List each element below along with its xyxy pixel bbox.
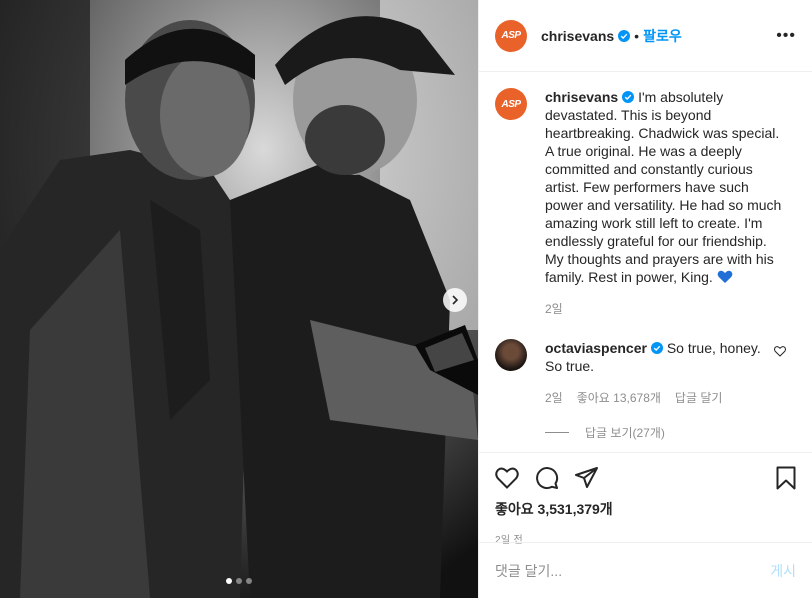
heart-icon [495,467,519,489]
verified-badge-icon [618,29,631,42]
post-actions: 좋아요 3,531,379개 2일 전 [479,452,812,546]
carousel-dot [236,578,242,584]
blue-heart-emoji-icon [717,270,733,283]
carousel-dot [246,578,252,584]
like-button[interactable] [495,467,519,489]
verified-badge-icon [650,342,663,354]
caption-time: 2일 [545,302,563,316]
instagram-post: ASP chrisevans • 팔로우 ••• ASP chrisevans … [0,0,812,598]
post-photo [0,0,478,598]
caption: ASP chrisevans I'm absolutely devastated… [495,88,796,286]
avatar[interactable] [495,339,527,371]
avatar-logo-text: ASP [501,98,521,110]
add-comment-bar: 게시 [479,542,812,598]
paper-plane-icon [575,467,598,488]
view-replies-label: 답글 보기(27개) [585,426,665,440]
follow-button[interactable]: 팔로우 [643,26,682,46]
avatar-logo-text: ASP [501,30,521,41]
carousel-indicators [0,578,478,584]
view-replies-button[interactable]: 답글 보기(27개) [545,424,796,441]
more-options-button[interactable]: ••• [776,27,796,45]
comment-heart-icon[interactable] [774,346,786,357]
carousel-dot [226,578,232,584]
avatar[interactable]: ASP [495,88,527,120]
comment-input[interactable] [495,562,771,579]
post-media[interactable] [0,0,478,598]
reply-button[interactable]: 답글 달기 [675,389,723,406]
comment-time: 2일 [545,391,563,405]
divider [545,432,569,433]
comment-button[interactable] [535,466,559,490]
comment: octaviaspencer So true, honey. So true. [495,339,796,375]
share-button[interactable] [575,467,599,489]
chevron-right-icon [452,295,459,305]
avatar[interactable]: ASP [495,19,527,52]
likes-count[interactable]: 좋아요 3,531,379개 [495,499,796,519]
caption-username[interactable]: chrisevans [545,89,618,105]
bookmark-icon [776,466,796,490]
action-icons [495,463,796,493]
comment-username[interactable]: octaviaspencer [545,340,647,356]
caption-body: chrisevans I'm absolutely devastated. Th… [545,88,789,286]
comment-body: octaviaspencer So true, honey. So true. [545,339,765,375]
comments-section[interactable]: ASP chrisevans I'm absolutely devastated… [479,72,812,452]
comment-meta: 2일 좋아요 13,678개 답글 달기 [545,389,796,406]
caption-text: I'm absolutely devastated. This is beyon… [545,89,782,285]
save-button[interactable] [776,466,796,490]
separator-dot: • [634,27,640,44]
comment-bubble-icon [536,467,559,490]
verified-badge-icon [622,91,635,103]
comment-likes[interactable]: 좋아요 13,678개 [577,389,661,406]
post-sidebar: ASP chrisevans • 팔로우 ••• ASP chrisevans … [478,0,812,598]
next-slide-button[interactable] [443,288,467,312]
post-comment-button[interactable]: 게시 [770,561,796,581]
header-username[interactable]: chrisevans [541,28,614,44]
post-header: ASP chrisevans • 팔로우 ••• [479,0,812,72]
